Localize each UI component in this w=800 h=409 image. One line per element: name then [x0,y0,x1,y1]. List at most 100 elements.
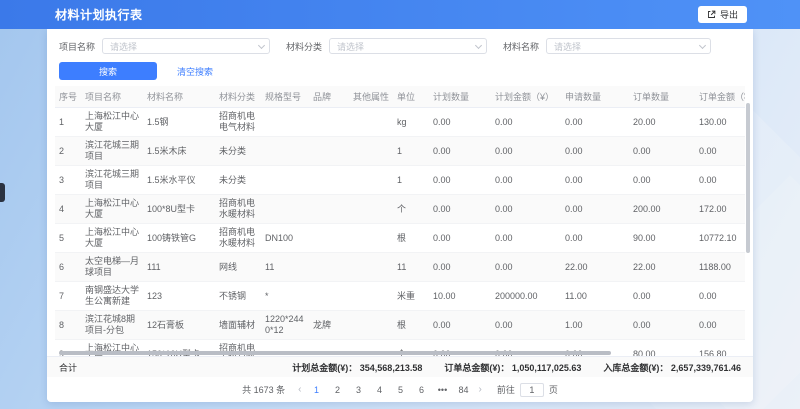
table-cell: 10772.10 [695,224,745,253]
table-cell [309,253,349,282]
summary-row: 合计 计划总金额(¥)： 354,568,213.58订单总金额(¥)： 1,0… [47,356,753,377]
table-cell: 1 [393,166,429,195]
goto-page-input[interactable] [520,383,544,397]
table-cell: 上海松江中心大厦 [81,224,143,253]
horizontal-scrollbar[interactable] [59,351,611,355]
page-ellipsis-icon[interactable]: ••• [437,385,449,395]
vertical-scrollbar[interactable] [746,103,750,253]
material-category-select[interactable]: 请选择 [329,38,487,54]
table-cell: 招商机电 电气材料 [215,108,261,137]
column-header: 计划数量 [429,86,491,108]
select-placeholder: 请选择 [337,40,364,53]
table-row: 3滨江花城三期项目1.5米水平仪未分类10.000.000.000.000.00 [55,166,745,195]
table-cell: 1 [393,137,429,166]
table-cell [309,195,349,224]
data-table: 序号项目名称材料名称材料分类规格型号品牌其他属性单位计划数量计划金额（¥）申请数… [55,86,745,369]
table-cell: 0.00 [629,137,695,166]
table-cell: 100铸铁管G [143,224,215,253]
summary-total-item: 计划总金额(¥)： 354,568,213.58 [292,361,422,374]
next-page-button[interactable]: › [477,384,484,395]
page-button-1[interactable]: 1 [311,385,323,395]
table-cell: 5 [55,224,81,253]
table-cell: 1.5钢 [143,108,215,137]
table-cell: 172.00 [695,195,745,224]
table-row: 5上海松江中心大厦100铸铁管G招商机电 水暖材料DN100根0.000.000… [55,224,745,253]
page-button-6[interactable]: 6 [416,385,428,395]
table-cell [349,166,393,195]
table-cell: 11 [393,253,429,282]
table-cell: 墙面辅材 [215,311,261,340]
page-button-5[interactable]: 5 [395,385,407,395]
table-cell: 0.00 [561,108,629,137]
content-card: 项目名称 请选择 材料分类 请选择 材料名称 请选择 搜索 清空搜索 [47,29,753,402]
table-cell: 6 [55,253,81,282]
table-cell: 招商机电 水暖材料 [215,195,261,224]
table-cell [261,108,309,137]
table-cell: 根 [393,224,429,253]
goto-prefix-label: 前往 [497,383,515,396]
summary-total-item: 入库总金额(¥)： 2,657,339,761.46 [603,361,741,374]
export-button-label: 导出 [720,8,738,21]
filter-material-category: 材料分类 请选择 [286,38,487,54]
table-cell [349,311,393,340]
column-header: 订单金额（¥） [695,86,745,108]
chevron-down-icon [475,42,482,49]
table-cell: 22.00 [629,253,695,282]
table-cell: 1188.00 [695,253,745,282]
table-row: 1上海松江中心大厦1.5钢招商机电 电气材料kg0.000.000.0020.0… [55,108,745,137]
project-name-select[interactable]: 请选择 [102,38,270,54]
export-button[interactable]: 导出 [698,6,747,23]
table-cell: 招商机电 水暖材料 [215,224,261,253]
table-cell: 0.00 [429,137,491,166]
pagination: 共 1673 条 ‹ 123456•••84 › 前往 页 [47,379,753,400]
table-cell: 20.00 [629,108,695,137]
page-button-2[interactable]: 2 [332,385,344,395]
column-header: 材料分类 [215,86,261,108]
table-cell [309,137,349,166]
table-cell: 8 [55,311,81,340]
column-header: 序号 [55,86,81,108]
table-cell [349,137,393,166]
filter-bar: 项目名称 请选择 材料分类 请选择 材料名称 请选择 [47,29,753,54]
table-cell: 滨江花城三期项目 [81,166,143,195]
table-cell: 0.00 [629,166,695,195]
select-placeholder: 请选择 [110,40,137,53]
total-count: 共 1673 条 [242,383,285,396]
table-cell: 1220*2440*12 [261,311,309,340]
table-row: 8滨江花城8期项目-分包12石膏板墙面辅材1220*2440*12龙牌根0.00… [55,311,745,340]
clear-search-link[interactable]: 清空搜索 [177,65,213,78]
table-cell: 1.00 [561,311,629,340]
table-cell: 太空电梯—月球项目 [81,253,143,282]
table-cell [349,108,393,137]
table-cell: 根 [393,311,429,340]
table-cell: 0.00 [429,166,491,195]
column-header: 规格型号 [261,86,309,108]
sidebar-collapse-handle[interactable] [0,183,5,202]
table-header-row: 序号项目名称材料名称材料分类规格型号品牌其他属性单位计划数量计划金额（¥）申请数… [55,86,745,108]
page-button-84[interactable]: 84 [458,385,470,395]
table-row: 7南钢盛达大学生公寓新建123不锈钢*米重10.00200000.0011.00… [55,282,745,311]
table-cell: 0.00 [491,108,561,137]
table-cell: 1 [55,108,81,137]
table-cell: 上海松江中心大厦 [81,108,143,137]
table-cell: 200000.00 [491,282,561,311]
page-button-3[interactable]: 3 [353,385,365,395]
table-row: 2滨江花城三期项目1.5米木床未分类10.000.000.000.000.00 [55,137,745,166]
table-cell: 0.00 [695,137,745,166]
table-cell: 22.00 [561,253,629,282]
page-button-4[interactable]: 4 [374,385,386,395]
filter-material-name: 材料名称 请选择 [503,38,711,54]
column-header: 材料名称 [143,86,215,108]
chevron-down-icon [258,42,265,49]
table-cell: 200.00 [629,195,695,224]
page-number-list: 123456 ••• 84 [311,385,470,395]
material-name-select[interactable]: 请选择 [546,38,711,54]
column-header: 品牌 [309,86,349,108]
table-cell: 0.00 [429,108,491,137]
table-cell: 123 [143,282,215,311]
table-cell: 0.00 [629,311,695,340]
table-cell: 3 [55,166,81,195]
prev-page-button[interactable]: ‹ [296,384,303,395]
search-button[interactable]: 搜索 [59,62,157,80]
table-cell: 10.00 [429,282,491,311]
